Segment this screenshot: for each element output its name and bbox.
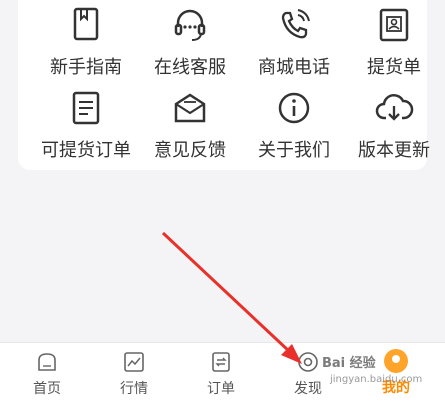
discover-icon [298,352,318,372]
info-icon [278,92,310,124]
tab-home[interactable]: 首页 [7,343,87,401]
pickup-slip-icon [379,8,409,42]
menu-item-phone[interactable]: 商城电话 [244,5,344,79]
baidu-jingyan-watermark: Bai 经验 jingyan.baidu.com [322,352,442,398]
tab-label: 行情 [120,381,148,397]
menu-item-label: 关于我们 [258,140,330,161]
phone-icon [281,9,310,39]
cloud-download-icon [375,94,414,121]
menu-item-label: 提货单 [367,57,421,78]
menu-item-label: 在线客服 [154,57,226,78]
order-list-icon [72,91,100,125]
menu-item-label: 版本更新 [358,140,430,161]
menu-item-version-update[interactable]: 版本更新 [344,88,444,162]
menu-item-feedback[interactable]: 意见反馈 [140,88,240,162]
menu-item-guide[interactable]: 新手指南 [36,5,136,79]
menu-grid-card: 新手指南 在线客服 商城电话 提货单 可提货订单 意见反馈 关于我们 版本更新 [18,0,430,170]
menu-item-pickable-orders[interactable]: 可提货订单 [36,88,136,162]
order-icon [212,352,230,372]
menu-item-label: 商城电话 [258,57,330,78]
guide-book-icon [73,7,99,41]
watermark-url: jingyan.baidu.com [330,374,423,385]
menu-item-about-us[interactable]: 关于我们 [244,88,344,162]
menu-item-pickup-slip[interactable]: 提货单 [344,5,444,79]
tab-orders[interactable]: 订单 [181,343,261,401]
headset-icon [174,9,206,41]
menu-item-label: 新手指南 [50,57,122,78]
home-icon [38,353,56,371]
menu-item-online-service[interactable]: 在线客服 [140,5,240,79]
tab-label: 首页 [33,381,61,397]
feedback-mail-icon [174,93,206,123]
menu-item-label: 可提货订单 [41,140,131,161]
tab-label: 订单 [207,381,235,397]
menu-item-label: 意见反馈 [154,140,226,161]
tab-market[interactable]: 行情 [94,343,174,401]
watermark-title: Bai 经验 [322,356,376,371]
chart-icon [124,352,144,372]
